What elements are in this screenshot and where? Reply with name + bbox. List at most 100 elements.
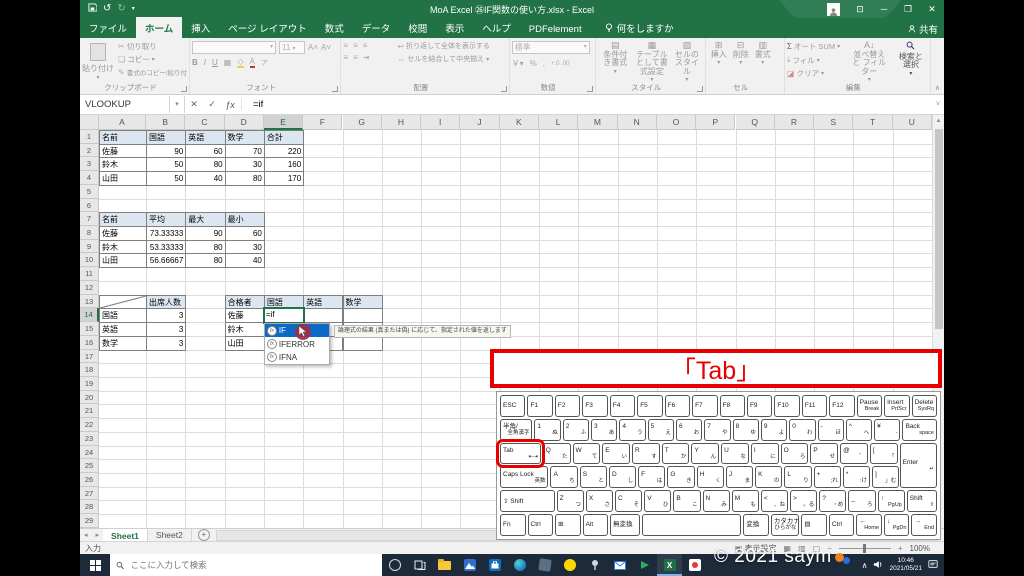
column-header-P[interactable]: P xyxy=(696,115,736,130)
number-format-combobox[interactable]: 標準 ▾ xyxy=(511,41,590,54)
autocomplete-item-IFNA[interactable]: fx IFNA xyxy=(265,351,329,364)
taskbar-icon-edge[interactable] xyxy=(507,554,532,576)
cell-D13[interactable]: 合格者 xyxy=(224,294,265,310)
name-box[interactable]: VLOOKUP xyxy=(80,96,170,113)
cell-C3[interactable]: 80 xyxy=(185,157,226,173)
taskbar-icon-file-explorer[interactable] xyxy=(432,554,457,576)
column-header-O[interactable]: O xyxy=(656,115,697,130)
font-size-combobox[interactable]: 11 ▾ xyxy=(279,41,305,54)
align-middle-icon[interactable]: ≡ xyxy=(353,41,358,50)
taskbar-icon-cortana[interactable] xyxy=(382,554,407,576)
tab-ページ レイアウト[interactable]: ページ レイアウト xyxy=(219,17,315,38)
cell-C1[interactable]: 英語 xyxy=(185,130,226,145)
taskbar-icon-task-view[interactable] xyxy=(407,554,432,576)
dialog-launcher-icon[interactable] xyxy=(500,86,507,92)
format-cells-button[interactable]: ▥ 書式 ▾ xyxy=(752,41,774,83)
confirm-entry-icon[interactable]: ✓ xyxy=(203,99,221,110)
tab-データ[interactable]: データ xyxy=(353,17,400,38)
row-header-12[interactable]: 12 xyxy=(80,280,99,295)
taskbar-icon-sticky-notes[interactable] xyxy=(557,554,582,576)
sort-filter-button[interactable]: A↓ 並べ替えと フィルター ▾ xyxy=(849,41,890,83)
cell-D4[interactable]: 80 xyxy=(224,171,265,186)
cut-button[interactable]: ✂ 切り取り xyxy=(118,41,187,52)
row-header-10[interactable]: 10 xyxy=(80,253,99,268)
cell-B9[interactable]: 53.33333 xyxy=(146,239,187,255)
phonetic-icon[interactable]: ア xyxy=(261,58,268,68)
fill-button[interactable]: ⤓ フィル ▾ xyxy=(787,55,845,66)
select-all-corner[interactable] xyxy=(80,115,99,130)
taskbar-clock[interactable]: 10:46 2021/05/21 xyxy=(889,557,922,573)
taskbar-icon-app-green[interactable] xyxy=(632,554,657,576)
cell-D8[interactable]: 60 xyxy=(224,226,265,241)
row-header-27[interactable]: 27 xyxy=(80,486,99,501)
column-header-H[interactable]: H xyxy=(381,115,422,130)
column-header-N[interactable]: N xyxy=(617,115,657,130)
cell-A13[interactable] xyxy=(99,294,147,310)
speaker-icon[interactable] xyxy=(873,556,883,574)
row-header-5[interactable]: 5 xyxy=(80,184,99,199)
insert-cells-button[interactable]: ⊞ 挿入 ▾ xyxy=(708,41,730,83)
save-icon[interactable] xyxy=(88,3,98,15)
column-header-D[interactable]: D xyxy=(224,115,264,130)
cell-A4[interactable]: 山田 xyxy=(99,171,147,186)
scroll-up-icon[interactable]: ▲ xyxy=(933,115,944,127)
cell-C7[interactable]: 最大 xyxy=(185,212,226,228)
cell-B10[interactable]: 56.66667 xyxy=(146,253,187,269)
percent-format-icon[interactable]: % xyxy=(530,59,537,68)
column-header-A[interactable]: A xyxy=(99,115,146,130)
cell-B4[interactable]: 50 xyxy=(146,171,187,186)
row-header-24[interactable]: 24 xyxy=(80,445,99,460)
restore-button[interactable]: ❐ xyxy=(896,0,920,18)
row-header-8[interactable]: 8 xyxy=(80,226,99,240)
format-as-table-button[interactable]: ▦ テーブルとして書式設定 ▾ xyxy=(633,41,671,83)
merge-center-button[interactable]: ⇔ セルを結合して中央揃え ▾ xyxy=(397,54,506,64)
new-sheet-button[interactable]: + xyxy=(197,529,210,541)
column-header-K[interactable]: K xyxy=(499,115,539,130)
sheet-nav-left-icon[interactable]: ◂ xyxy=(80,531,92,539)
dialog-launcher-icon[interactable] xyxy=(696,86,703,92)
row-header-19[interactable]: 19 xyxy=(80,376,99,391)
row-header-16[interactable]: 16 xyxy=(80,335,99,350)
column-header-M[interactable]: M xyxy=(578,115,618,130)
align-top-icon[interactable]: ≡ xyxy=(343,41,348,50)
cell-D3[interactable]: 30 xyxy=(224,157,265,173)
cell-D1[interactable]: 数学 xyxy=(224,130,265,145)
taskbar-icon-mail[interactable] xyxy=(607,554,632,576)
cell-D10[interactable]: 40 xyxy=(224,253,265,269)
dialog-launcher-icon[interactable] xyxy=(181,86,187,92)
cell-A16[interactable]: 数学 xyxy=(99,335,147,351)
fill-color-icon[interactable]: ◇ xyxy=(237,57,244,68)
cell-A9[interactable]: 鈴木 xyxy=(99,239,147,255)
cell-D16[interactable]: 山田 xyxy=(224,335,265,351)
tab-校閲[interactable]: 校閲 xyxy=(399,17,436,38)
cell-B8[interactable]: 73.33333 xyxy=(146,226,187,241)
cancel-entry-icon[interactable]: ✕ xyxy=(185,99,203,110)
account-avatar[interactable] xyxy=(827,2,840,16)
cell-D2[interactable]: 70 xyxy=(224,143,265,159)
cell-B13[interactable]: 出席人数 xyxy=(146,294,187,310)
column-header-B[interactable]: B xyxy=(146,115,186,130)
dialog-launcher-icon[interactable] xyxy=(586,86,593,92)
row-header-18[interactable]: 18 xyxy=(80,363,99,377)
cell-E2[interactable]: 220 xyxy=(263,143,305,159)
tell-me-box[interactable]: 何をしますか xyxy=(605,21,674,38)
redo-icon[interactable]: ↻ xyxy=(117,4,125,14)
row-header-26[interactable]: 26 xyxy=(80,473,99,487)
cell-B2[interactable]: 90 xyxy=(146,143,187,159)
row-header-13[interactable]: 13 xyxy=(80,294,99,309)
cell-G13[interactable]: 数学 xyxy=(342,294,383,310)
column-header-U[interactable]: U xyxy=(892,115,932,130)
bold-button[interactable]: B xyxy=(192,58,198,67)
zoom-level[interactable]: 100% xyxy=(910,544,930,553)
cell-A2[interactable]: 佐藤 xyxy=(99,143,147,159)
cell-E1[interactable]: 合計 xyxy=(263,130,305,145)
taskbar-icon-store[interactable] xyxy=(482,554,507,576)
zoom-in-icon[interactable]: + xyxy=(898,544,903,553)
tray-expand-icon[interactable]: ∧ xyxy=(862,561,868,570)
cell-C4[interactable]: 40 xyxy=(185,171,226,186)
row-header-28[interactable]: 28 xyxy=(80,500,99,515)
column-header-I[interactable]: I xyxy=(421,115,461,130)
cell-A1[interactable]: 名前 xyxy=(99,130,147,145)
expand-formula-bar-icon[interactable]: ˅ xyxy=(936,101,940,108)
tab-表示[interactable]: 表示 xyxy=(436,17,473,38)
